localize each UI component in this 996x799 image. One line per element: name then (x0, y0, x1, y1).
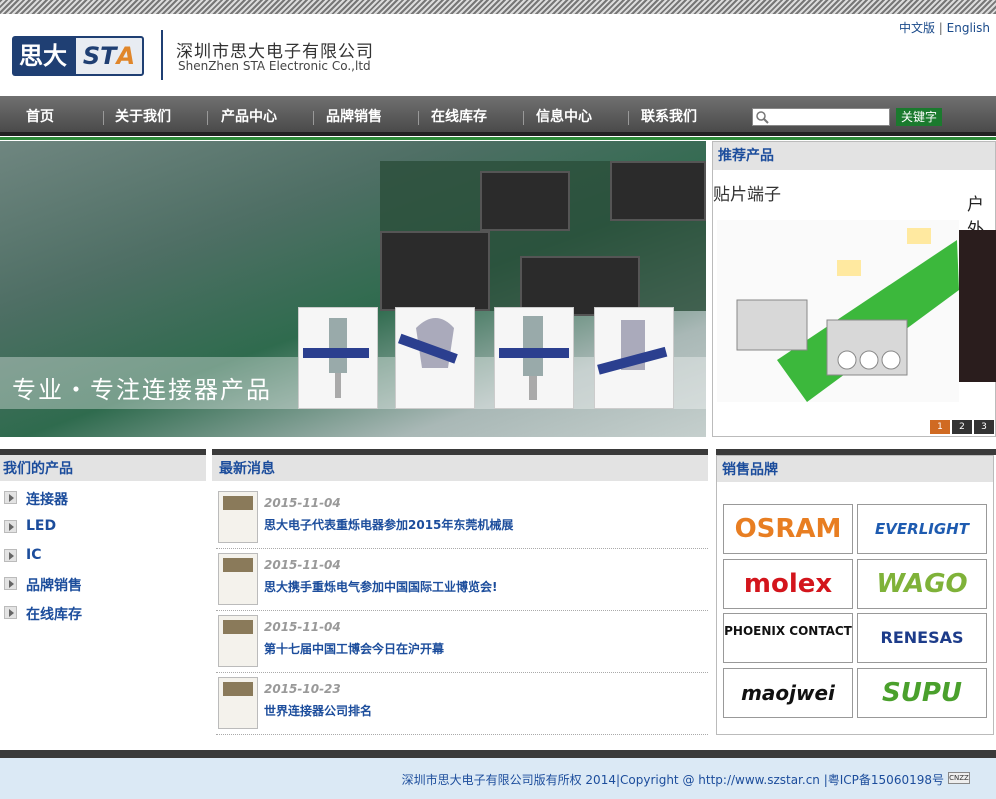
lang-english-link[interactable]: English (947, 21, 990, 35)
recommended-product-image[interactable] (717, 220, 959, 402)
news-thumbnail[interactable] (218, 491, 258, 543)
search-icon (756, 111, 769, 124)
nav-item-products[interactable]: 产品中心 (221, 96, 277, 136)
nav-divider (207, 111, 208, 125)
product-item-label[interactable]: LED (26, 518, 56, 534)
lang-chinese-link[interactable]: 中文版 (899, 21, 935, 35)
news-date: 2015-10-23 (264, 682, 341, 696)
nav-item-stock[interactable]: 在线库存 (431, 96, 487, 136)
logo-english: STA (74, 36, 144, 76)
nav-divider (313, 111, 314, 125)
news-item[interactable]: 2015-10-23 世界连接器公司排名 (216, 673, 708, 735)
product-item-label[interactable]: 连接器 (26, 489, 68, 509)
company-name-en: ShenZhen STA Electronic Co.,ltd (178, 59, 371, 73)
nav-divider (103, 111, 104, 125)
news-thumbnail[interactable] (218, 615, 258, 667)
news-date: 2015-11-04 (264, 620, 341, 634)
connector-thumb (494, 307, 574, 409)
lang-separator: | (938, 21, 943, 35)
brands-heading: 销售品牌 (717, 456, 993, 482)
nav-divider (628, 111, 629, 125)
recommended-product-1-title[interactable]: 贴片端子 (713, 180, 781, 205)
smd-terminal-image (736, 228, 959, 402)
nav-accent-line (0, 137, 996, 140)
nav-item-info[interactable]: 信息中心 (536, 96, 592, 136)
news-date: 2015-11-04 (264, 558, 341, 572)
brand-logo-wago[interactable]: WAGO (857, 559, 987, 609)
connector-thumb (395, 307, 475, 409)
product-item-label[interactable]: 在线库存 (26, 604, 82, 624)
nav-item-contact[interactable]: 联系我们 (641, 96, 697, 136)
news-thumbnail[interactable] (218, 677, 258, 729)
news-title[interactable]: 世界连接器公司排名 (264, 702, 372, 719)
brands-panel: 销售品牌 OSRAM EVERLIGHT molex WAGO PHOENIX … (716, 455, 994, 735)
recommended-heading: 推荐产品 (713, 142, 995, 170)
news-title[interactable]: 第十七届中国工博会今日在沪开幕 (264, 640, 444, 657)
chip-image (480, 171, 570, 231)
brand-logo-renesas[interactable]: RENESAS (857, 613, 987, 663)
logo-en-st: ST (82, 42, 117, 70)
product-item-label[interactable]: IC (26, 547, 41, 563)
news-item[interactable]: 2015-11-04 思大携手重烁电气参加中国国际工业博览会! (216, 549, 708, 611)
news-date: 2015-11-04 (264, 496, 341, 510)
connector-thumb (298, 307, 378, 409)
recommended-panel: 推荐产品 贴片端子 户外 (712, 141, 996, 437)
recommended-product-2-image[interactable] (959, 230, 996, 382)
footer: 深圳市思大电子有限公司版有所权 2014|Copyright @ http://… (0, 750, 996, 799)
chip-image (610, 161, 706, 221)
nav-item-home[interactable]: 首页 (26, 96, 54, 136)
connector-icon (499, 316, 569, 400)
footer-copyright: 深圳市思大电子有限公司版有所权 2014|Copyright @ http://… (401, 773, 944, 787)
brand-logo-molex[interactable]: molex (723, 559, 853, 609)
arrow-right-icon (4, 491, 17, 504)
logo-en-a: A (116, 42, 136, 70)
top-stripe (0, 0, 996, 14)
connector-icon (597, 320, 668, 375)
logo-chinese: 思大 (12, 36, 74, 76)
chip-image (380, 231, 490, 311)
arrow-right-icon (4, 606, 17, 619)
product-item-label[interactable]: 品牌销售 (26, 575, 82, 595)
brand-logo-maojwei[interactable]: maojwei (723, 668, 853, 718)
hero-banner[interactable]: 专业・专注连接器产品 (0, 141, 706, 437)
company-logo[interactable]: 思大 STA (12, 36, 144, 76)
news-thumbnail[interactable] (218, 553, 258, 605)
nav-item-about[interactable]: 关于我们 (115, 96, 171, 136)
header-divider (161, 30, 163, 80)
brand-logo-supu[interactable]: SUPU (857, 668, 987, 718)
search-input[interactable] (752, 108, 890, 126)
connector-icon (303, 318, 369, 398)
news-title[interactable]: 思大携手重烁电气参加中国国际工业博览会! (264, 578, 497, 595)
news-item[interactable]: 2015-11-04 第十七届中国工博会今日在沪开幕 (216, 611, 708, 673)
nav-item-brands[interactable]: 品牌销售 (326, 96, 382, 136)
nav-divider (418, 111, 419, 125)
news-item[interactable]: 2015-11-04 思大电子代表重烁电器参加2015年东莞机械展 (216, 487, 708, 549)
brand-logo-everlight[interactable]: EVERLIGHT (857, 504, 987, 554)
language-switch: 中文版 | English (899, 19, 990, 36)
news-heading: 最新消息 (212, 455, 708, 481)
nav-divider (523, 111, 524, 125)
arrow-right-icon (4, 520, 17, 533)
brand-logo-osram[interactable]: OSRAM (723, 504, 853, 554)
connector-thumb (594, 307, 674, 409)
brand-logo-phoenix[interactable]: PHOENIX CONTACT (723, 613, 853, 663)
news-title[interactable]: 思大电子代表重烁电器参加2015年东莞机械展 (264, 516, 513, 533)
search-button[interactable]: 关键字 (896, 108, 942, 126)
arrow-right-icon (4, 577, 17, 590)
products-heading: 我们的产品 (0, 455, 206, 481)
banner-slogan: 专业・专注连接器产品 (12, 376, 272, 404)
connector-icon (397, 318, 458, 368)
cnzz-badge-icon[interactable]: CNZZ (948, 772, 970, 784)
arrow-right-icon (4, 549, 17, 562)
